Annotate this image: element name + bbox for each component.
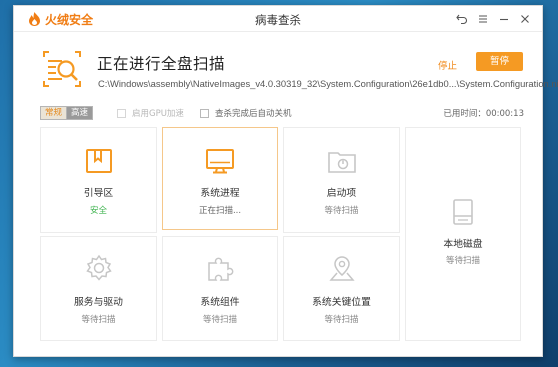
tile-services-drivers[interactable]: 服务与驱动 等待扫描 [40, 236, 157, 341]
tile-system-components[interactable]: 系统组件 等待扫描 [162, 236, 278, 341]
scan-mode-toggle[interactable]: 常规 高速 [40, 106, 94, 120]
tile-system-key-locations[interactable]: 系统关键位置 等待扫描 [283, 236, 400, 341]
tile-name: 系统组件 [200, 297, 240, 308]
tile-name: 系统进程 [200, 188, 240, 199]
auto-shutdown-option[interactable]: 查杀完成后自动关机 [200, 107, 292, 119]
tile-name: 本地磁盘 [443, 239, 483, 250]
tile-status: 正在扫描... [198, 206, 242, 216]
title-bar[interactable]: 火绒安全 病毒查杀 [14, 6, 542, 32]
stop-button[interactable]: 停止 [438, 58, 457, 72]
back-icon[interactable] [454, 11, 470, 27]
tile-status: 等待扫描 [81, 315, 116, 325]
tile-status: 等待扫描 [445, 256, 480, 266]
mode-normal[interactable]: 常规 [41, 107, 68, 119]
pause-button[interactable]: 暂停 [476, 52, 523, 71]
gpu-accel-checkbox[interactable] [117, 108, 126, 118]
tile-status: 等待扫描 [324, 206, 359, 216]
tile-status: 等待扫描 [202, 315, 237, 325]
tile-name: 服务与驱动 [74, 297, 123, 308]
gear-icon [85, 254, 112, 281]
tile-status: 等待扫描 [324, 315, 359, 325]
virus-scan-window: 火绒安全 病毒查杀 正在进行全盘扫描 C:\Windows\assembly\N… [13, 5, 558, 357]
puzzle-icon [208, 257, 234, 281]
elapsed-time: 已用时间：00:00:13 [443, 109, 524, 119]
auto-shutdown-checkbox[interactable] [200, 108, 209, 118]
tile-status: 安全 [89, 206, 107, 216]
hard-disk-icon [453, 199, 473, 225]
tile-name: 引导区 [83, 188, 114, 199]
current-scan-path: C:\Windows\assembly\NativeImages_v4.0.30… [98, 78, 558, 89]
scan-magnifier-icon [43, 51, 81, 87]
startup-folder-icon [327, 152, 356, 173]
tile-boot-sector[interactable]: 引导区 安全 [40, 127, 157, 233]
tile-local-disk[interactable]: 本地磁盘 等待扫描 [405, 127, 521, 341]
bookmark-folder-icon [85, 149, 112, 173]
close-icon[interactable] [517, 11, 533, 27]
location-pin-icon [328, 256, 355, 281]
mode-fast[interactable]: 高速 [67, 107, 93, 119]
monitor-icon [206, 149, 234, 174]
gpu-accel-label: 启用GPU加速 [132, 109, 184, 119]
tile-startup-items[interactable]: 启动项 等待扫描 [283, 127, 400, 233]
gpu-accel-option[interactable]: 启用GPU加速 [117, 107, 184, 119]
tile-name: 系统关键位置 [312, 297, 371, 308]
scan-title: 正在进行全盘扫描 [97, 55, 226, 73]
tile-system-process[interactable]: 系统进程 正在扫描... [162, 127, 278, 230]
auto-shutdown-label: 查杀完成后自动关机 [215, 109, 292, 119]
tile-name: 启动项 [326, 188, 357, 199]
menu-icon[interactable] [475, 11, 491, 27]
minimize-icon[interactable] [496, 11, 512, 27]
